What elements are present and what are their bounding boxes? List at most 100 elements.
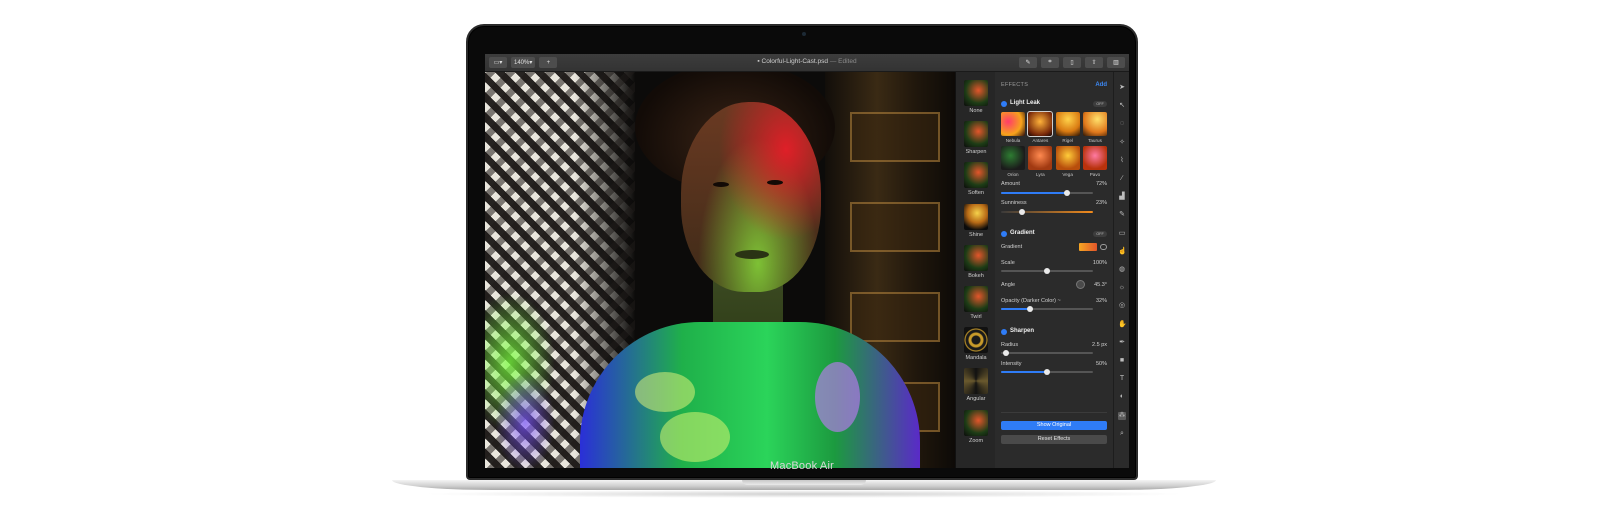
light-leak-preset[interactable]: Rigel [1055, 112, 1080, 146]
show-original-button[interactable]: Show Original [1001, 421, 1107, 430]
effect-thumbnail[interactable]: Mandala [964, 327, 988, 368]
hand-icon[interactable]: ✋ [1118, 321, 1127, 329]
light-leak-preset[interactable]: Nebula [1001, 112, 1025, 146]
sharpen-section[interactable]: Sharpen [1001, 328, 1107, 337]
enabled-indicator[interactable] [1001, 101, 1007, 107]
effect-thumbnail[interactable]: Shine [964, 203, 988, 245]
radius-label: Radius [1001, 342, 1019, 348]
door-panel [850, 112, 940, 162]
light-leak-preset[interactable]: Antares [1027, 111, 1054, 146]
gradient-options-icon[interactable] [1100, 244, 1107, 250]
zoom-menu-button[interactable]: 140%▾ [511, 57, 536, 68]
lips [735, 250, 769, 259]
sidebar-icon[interactable]: ▥ [1107, 57, 1125, 68]
slider-knob[interactable] [1002, 350, 1009, 356]
radius-slider[interactable] [1001, 350, 1093, 356]
section-toggle[interactable]: OFF [1093, 231, 1107, 237]
slider-knob[interactable] [1044, 268, 1050, 274]
text-icon[interactable]: T [1118, 375, 1126, 383]
opacity-label: Opacity (Darker Color) ~ [1001, 298, 1061, 304]
effect-thumbnail[interactable]: Sharpen [964, 121, 988, 162]
eraser-icon[interactable]: ▭ [1118, 230, 1126, 238]
add-button[interactable]: + [539, 57, 558, 68]
angle-label: Angle [1001, 282, 1016, 288]
thumbnail-label: Shine [968, 231, 984, 238]
slider-knob[interactable] [1064, 190, 1071, 196]
add-effect-button[interactable]: Add [1095, 82, 1107, 88]
gradient-section[interactable]: Gradient OFF [1001, 230, 1107, 239]
effect-thumbnail[interactable]: Twirl [964, 286, 988, 327]
enabled-indicator[interactable] [1001, 329, 1007, 335]
brush-icon[interactable]: ∕ [1118, 175, 1126, 183]
amount-label: Amount [1001, 181, 1020, 187]
preset-label: Vega [1062, 172, 1073, 177]
preset-label: Lyra [1035, 172, 1045, 177]
lasso-icon[interactable]: ◌ [1118, 120, 1126, 128]
opacity-slider[interactable] [1001, 306, 1093, 312]
shape-icon[interactable]: ■ [1118, 357, 1126, 365]
bucket-icon[interactable]: ▟ [1118, 193, 1126, 201]
zoom-icon[interactable]: ⌕ [1118, 430, 1126, 438]
smudge-icon[interactable]: ☝ [1118, 248, 1127, 256]
face [681, 102, 821, 292]
section-toggle[interactable]: OFF [1093, 101, 1107, 107]
toolbar-right-group: ✎ ⌗ ▯ ⇧ ▥ [1019, 57, 1125, 68]
light-leak-preset[interactable]: Lyra [1028, 146, 1053, 180]
angle-value: 45.3° [1094, 282, 1107, 288]
pen-icon[interactable]: ✎ [1019, 57, 1037, 68]
gradient-swatch[interactable] [1079, 243, 1097, 251]
light-leak-preset[interactable]: Orion [1001, 146, 1025, 180]
pointer-icon[interactable]: ↖ [1118, 102, 1126, 110]
camera-icon [802, 32, 806, 36]
image-canvas[interactable] [485, 72, 955, 468]
thumbnail-image [964, 286, 988, 312]
section-title: Gradient [1010, 230, 1035, 236]
eyedropper-icon[interactable]: ⌇ [1118, 157, 1126, 165]
laptop-base [392, 480, 1216, 490]
intensity-label: Intensity [1001, 361, 1022, 367]
effect-thumbnail[interactable]: Zoom [964, 409, 988, 451]
share-icon[interactable]: ⇧ [1085, 57, 1103, 68]
crop-icon[interactable]: ⌗ [1041, 57, 1059, 68]
effect-thumbnail[interactable]: Soften [964, 162, 988, 203]
section-title: Sharpen [1010, 328, 1035, 334]
effects-panel: EFFECTS Add Light Leak OFF Nebula Antares… [995, 72, 1113, 468]
amount-slider[interactable] [1001, 190, 1093, 196]
sponge-icon[interactable]: ◎ [1118, 302, 1126, 310]
light-leak-section[interactable]: Light Leak OFF [1001, 100, 1107, 109]
light-leak-preset[interactable]: Taurus [1082, 112, 1107, 146]
effect-thumbnail[interactable]: Bokeh [964, 244, 988, 286]
magic-wand-icon[interactable]: ✧ [1118, 139, 1126, 147]
thumbnail-image [964, 80, 988, 106]
slider-knob[interactable] [1019, 209, 1026, 215]
preset-label: Pavo [1089, 172, 1101, 177]
slider-knob[interactable] [1027, 306, 1034, 312]
enabled-indicator[interactable] [1001, 231, 1007, 237]
select-arrow-icon[interactable]: ➤ [1118, 84, 1126, 92]
document-filename: Colorful-Light-Cast.psd [761, 58, 829, 65]
blur-icon[interactable]: ◍ [1118, 266, 1126, 274]
slider-knob[interactable] [1044, 369, 1050, 375]
view-menu-button[interactable]: ▭▾ [489, 57, 507, 68]
intensity-slider[interactable] [1001, 369, 1093, 375]
effects-icon[interactable]: ⁂ [1118, 411, 1126, 420]
radius-row: Radius 2.5 px [1001, 342, 1107, 350]
effect-thumbnails: None Sharpen Soften Shine Bokeh Twirl Mandala A… [955, 72, 995, 468]
sun-icon[interactable]: ☼ [1118, 284, 1126, 292]
document-icon[interactable]: ▯ [1063, 57, 1081, 68]
fill-icon[interactable]: ◐ [1118, 393, 1126, 401]
light-leak-preset[interactable]: Pavo [1082, 146, 1107, 180]
sunniness-slider[interactable] [1001, 209, 1093, 215]
pen-icon[interactable]: ✎ [1118, 211, 1126, 219]
vector-pen-icon[interactable]: ✒ [1118, 339, 1126, 347]
reset-effects-button[interactable]: Reset Effects [1001, 435, 1107, 444]
light-leak-preset[interactable]: Vega [1055, 146, 1080, 180]
thumbnail-image [964, 203, 988, 230]
thumbnail-image [964, 368, 988, 395]
effect-thumbnail[interactable]: None [964, 80, 988, 121]
shirt-flower [635, 372, 695, 412]
scale-slider[interactable] [1001, 268, 1093, 274]
angle-dial[interactable] [1076, 280, 1085, 289]
effect-thumbnail[interactable]: Angular [964, 368, 988, 409]
sunniness-row: Sunniness 23% [1001, 200, 1107, 208]
